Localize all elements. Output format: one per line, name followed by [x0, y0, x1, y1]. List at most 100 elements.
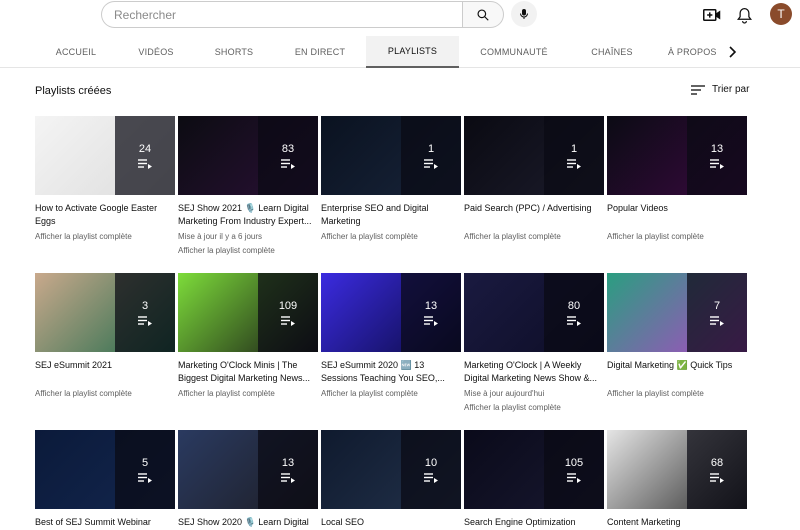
sort-label: Trier par — [712, 84, 750, 95]
playlist-icon — [138, 315, 152, 326]
playlist-card[interactable]: 80 Marketing O'Clock | A Weekly Digital M… — [464, 273, 604, 412]
sort-icon — [691, 84, 705, 95]
playlist-thumbnail[interactable]: 1 — [464, 116, 604, 195]
playlist-count-overlay: 7 — [687, 273, 747, 352]
playlist-thumbnail[interactable]: 3 — [35, 273, 175, 352]
tab-chaines[interactable]: CHAÎNES — [574, 36, 650, 67]
view-full-playlist-link[interactable]: Afficher la playlist complète — [35, 232, 175, 241]
playlist-count-overlay: 10 — [401, 430, 461, 509]
video-count: 1 — [427, 142, 435, 155]
playlist-title[interactable]: Paid Search (PPC) / Advertising — [464, 202, 604, 227]
tab-videos[interactable]: VIDÉOS — [120, 36, 192, 67]
playlist-card[interactable]: 7 Digital Marketing ✅ Quick Tips Afficher … — [607, 273, 747, 398]
playlist-thumbnail[interactable]: 10 — [321, 430, 461, 509]
playlist-card[interactable]: 13 Popular Videos Afficher la playlist com… — [607, 116, 747, 241]
sort-button[interactable]: Trier par — [691, 84, 749, 95]
bell-icon — [736, 7, 752, 24]
playlist-thumbnail[interactable]: 13 — [321, 273, 461, 352]
section-title: Playlists créées — [35, 85, 112, 97]
playlist-count-overlay: 5 — [115, 430, 175, 509]
search-icon — [477, 8, 489, 21]
playlist-thumbnail[interactable]: 80 — [464, 273, 604, 352]
playlist-count-overlay: 80 — [544, 273, 604, 352]
playlist-icon — [281, 315, 295, 326]
create-button[interactable] — [702, 5, 722, 25]
video-count: 7 — [713, 299, 721, 312]
playlist-count-overlay: 105 — [544, 430, 604, 509]
playlist-card[interactable]: 3 SEJ eSummit 2021 Afficher la playlist co… — [35, 273, 175, 398]
playlist-thumbnail[interactable]: 105 — [464, 430, 604, 509]
video-count: 105 — [564, 456, 584, 469]
view-full-playlist-link[interactable]: Afficher la playlist complète — [607, 232, 747, 241]
notifications-button[interactable] — [734, 5, 754, 25]
playlist-card[interactable]: 10 Local SEO — [321, 430, 461, 530]
playlist-thumbnail[interactable]: 7 — [607, 273, 747, 352]
video-count: 80 — [567, 299, 581, 312]
playlist-title[interactable]: How to Activate Google Easter Eggs — [35, 202, 175, 227]
tab-playlists[interactable]: PLAYLISTS — [366, 36, 459, 68]
view-full-playlist-link[interactable]: Afficher la playlist complète — [464, 232, 604, 241]
playlist-title[interactable]: SEJ Show 2020 🎙️ Learn Digital — [178, 516, 318, 530]
view-full-playlist-link[interactable]: Afficher la playlist complète — [35, 389, 175, 398]
tab-communaute[interactable]: COMMUNAUTÉ — [466, 36, 562, 67]
playlist-title[interactable]: Local SEO — [321, 516, 461, 530]
playlist-title[interactable]: Marketing O'Clock Minis | The Biggest Di… — [178, 359, 318, 384]
tabs-scroll-right-button[interactable] — [724, 44, 740, 60]
view-full-playlist-link[interactable]: Afficher la playlist complète — [607, 389, 747, 398]
playlist-title[interactable]: Popular Videos — [607, 202, 747, 227]
playlist-card[interactable]: 109 Marketing O'Clock Minis | The Biggest… — [178, 273, 318, 398]
view-full-playlist-link[interactable]: Afficher la playlist complète — [464, 403, 604, 412]
playlist-card[interactable]: 13 SEJ eSummit 2020 🆕 13 Sessions Teachin… — [321, 273, 461, 398]
playlist-card[interactable]: 1 Enterprise SEO and Digital Marketing Aff… — [321, 116, 461, 241]
playlist-card[interactable]: 68 Content Marketing — [607, 430, 747, 530]
playlist-card[interactable]: 83 SEJ Show 2021 🎙️ Learn Digital Marketi… — [178, 116, 318, 255]
video-count: 68 — [710, 456, 724, 469]
playlist-thumbnail[interactable]: 13 — [178, 430, 318, 509]
playlist-title[interactable]: Content Marketing — [607, 516, 747, 530]
search-input[interactable] — [114, 8, 444, 22]
playlist-title[interactable]: Digital Marketing ✅ Quick Tips — [607, 359, 747, 384]
playlist-thumbnail[interactable]: 5 — [35, 430, 175, 509]
playlist-card[interactable]: 13 SEJ Show 2020 🎙️ Learn Digital — [178, 430, 318, 530]
view-full-playlist-link[interactable]: Afficher la playlist complète — [321, 389, 461, 398]
chevron-right-icon — [729, 46, 737, 58]
playlist-thumbnail[interactable]: 109 — [178, 273, 318, 352]
playlist-icon — [424, 315, 438, 326]
playlist-title[interactable]: Best of SEJ Summit Webinar — [35, 516, 175, 530]
playlist-card[interactable]: 5 Best of SEJ Summit Webinar — [35, 430, 175, 530]
playlist-card[interactable]: 105 Search Engine Optimization — [464, 430, 604, 530]
video-count: 13 — [710, 142, 724, 155]
playlist-count-overlay: 109 — [258, 273, 318, 352]
playlist-thumbnail[interactable]: 83 — [178, 116, 318, 195]
video-count: 13 — [281, 456, 295, 469]
tab-en-direct[interactable]: EN DIRECT — [276, 36, 364, 67]
voice-search-button[interactable] — [511, 1, 537, 27]
search-button[interactable] — [462, 1, 504, 28]
playlist-icon — [710, 158, 724, 169]
playlist-count-overlay: 13 — [687, 116, 747, 195]
view-full-playlist-link[interactable]: Afficher la playlist complète — [321, 232, 461, 241]
playlist-thumbnail[interactable]: 1 — [321, 116, 461, 195]
playlist-thumbnail[interactable]: 68 — [607, 430, 747, 509]
playlist-card[interactable]: 1 Paid Search (PPC) / Advertising Afficher… — [464, 116, 604, 241]
playlist-title[interactable]: SEJ eSummit 2021 — [35, 359, 175, 384]
video-count: 83 — [281, 142, 295, 155]
view-full-playlist-link[interactable]: Afficher la playlist complète — [178, 246, 318, 255]
view-full-playlist-link[interactable]: Afficher la playlist complète — [178, 389, 318, 398]
tab-a-propos[interactable]: À PROPOS — [668, 36, 718, 67]
playlist-icon — [567, 472, 581, 483]
playlist-title[interactable]: Enterprise SEO and Digital Marketing — [321, 202, 461, 227]
playlist-count-overlay: 83 — [258, 116, 318, 195]
playlist-title[interactable]: Marketing O'Clock | A Weekly Digital Mar… — [464, 359, 604, 384]
playlist-card[interactable]: 24 How to Activate Google Easter Eggs Affi… — [35, 116, 175, 241]
avatar[interactable]: T — [770, 3, 792, 25]
playlist-title[interactable]: SEJ Show 2021 🎙️ Learn Digital Marketing… — [178, 202, 318, 227]
playlist-title[interactable]: SEJ eSummit 2020 🆕 13 Sessions Teaching … — [321, 359, 461, 384]
playlist-thumbnail[interactable]: 13 — [607, 116, 747, 195]
playlist-thumbnail[interactable]: 24 — [35, 116, 175, 195]
tab-accueil[interactable]: ACCUEIL — [36, 36, 116, 67]
playlist-title[interactable]: Search Engine Optimization — [464, 516, 604, 530]
playlist-count-overlay: 13 — [401, 273, 461, 352]
tab-shorts[interactable]: SHORTS — [198, 36, 270, 67]
playlist-icon — [138, 158, 152, 169]
